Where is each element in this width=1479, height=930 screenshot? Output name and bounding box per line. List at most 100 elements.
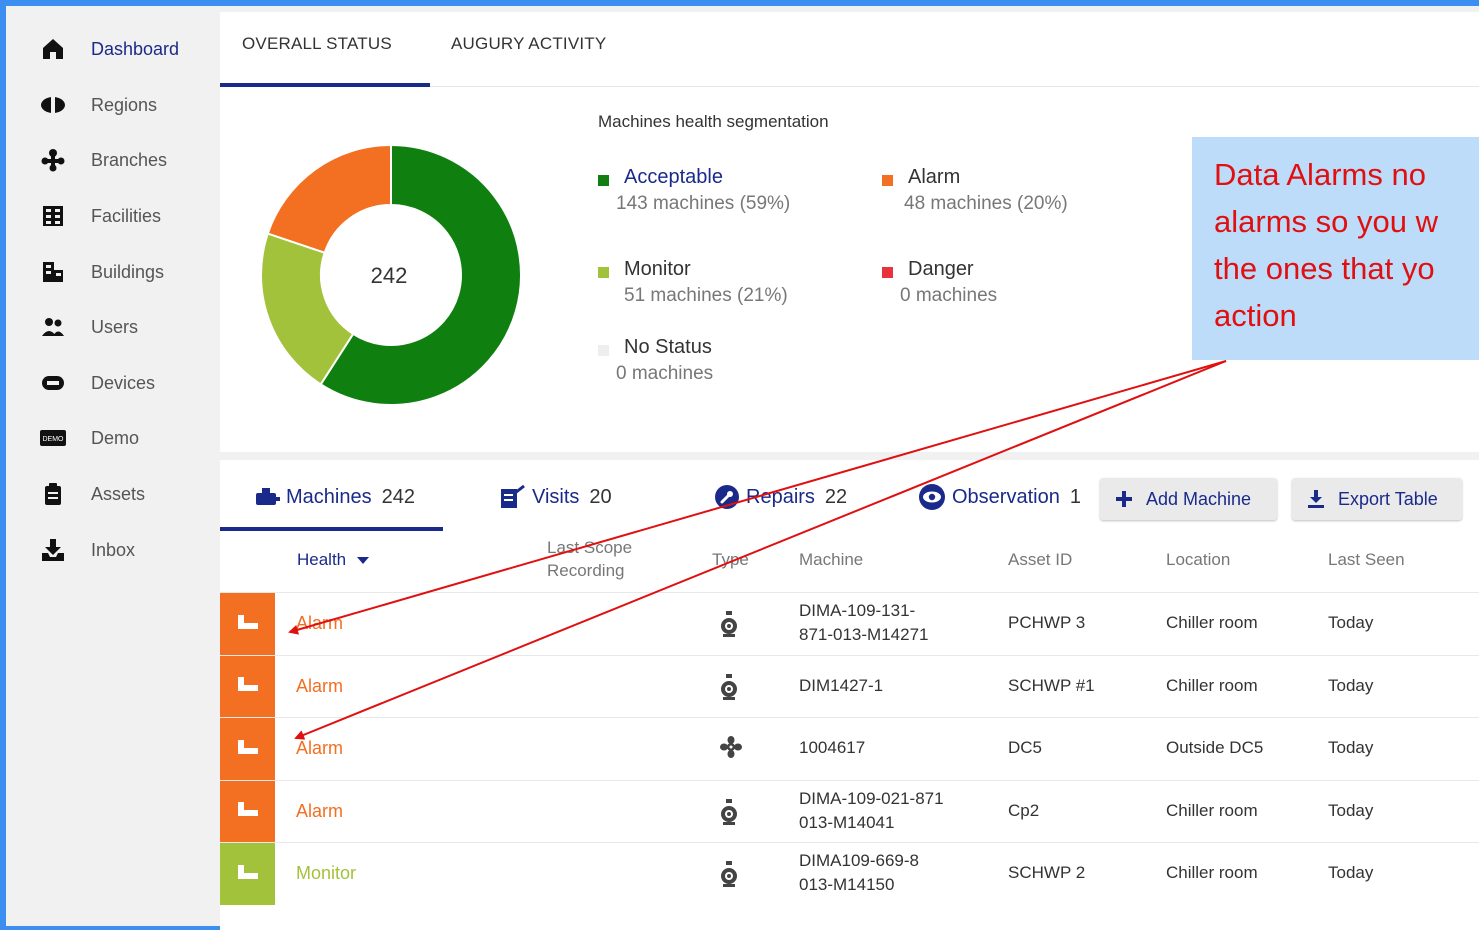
location: Chiller room — [1166, 863, 1258, 882]
sidebar: Dashboard Regions Branches Facilities Bu… — [6, 6, 210, 926]
header-type[interactable]: Type — [712, 550, 749, 570]
eye-icon — [918, 483, 946, 511]
legend-swatch-acceptable — [598, 175, 609, 186]
tab-visits-count: 20 — [589, 485, 612, 508]
active-tab-indicator — [220, 83, 430, 87]
sidebar-item-demo[interactable]: DEMO Demo — [6, 418, 210, 458]
legend-count: 143 machines (59%) — [616, 193, 791, 214]
legend-swatch-danger — [882, 267, 893, 278]
sidebar-item-users[interactable]: Users — [6, 307, 210, 347]
table-row[interactable]: Alarm DIM1427-1 SCHWP #1 Chiller room Today — [220, 654, 1479, 718]
home-icon — [40, 36, 66, 62]
machine-name[interactable]: DIMA-109-131- 871-013-M14271 — [799, 599, 928, 647]
table-row[interactable]: Alarm DIMA-109-021-871 013-M14041 Cp2 Chille… — [220, 779, 1479, 843]
tab-augury-activity[interactable]: AUGURY ACTIVITY — [451, 34, 606, 54]
legend-count: 48 machines (20%) — [904, 193, 1068, 214]
tab-visits-label: Visits — [532, 485, 580, 508]
header-health-label: Health — [297, 550, 347, 569]
devices-icon — [40, 370, 66, 396]
machine-icon — [254, 486, 280, 508]
tab-visits[interactable]: Visits 20 — [500, 480, 612, 514]
health-donut-chart: 242 — [260, 143, 522, 406]
inbox-icon — [40, 537, 66, 563]
table-row[interactable]: Alarm DIMA-109-131- 871-013-M14271 PCHWP 3 C… — [220, 592, 1479, 655]
machines-panel: Machines 242 Visits 20 Repairs 22 Observ… — [220, 460, 1479, 930]
callout-line: Data Alarms no — [1214, 157, 1426, 192]
table-row[interactable]: Alarm 1004617 DC5 Outside DC5 Today — [220, 717, 1479, 780]
header-last-seen[interactable]: Last Seen — [1328, 550, 1405, 570]
legend-name: Acceptable — [624, 166, 723, 188]
sidebar-item-regions[interactable]: Regions — [6, 85, 210, 125]
sidebar-item-label: Regions — [91, 94, 158, 115]
status-strip — [220, 718, 275, 780]
sidebar-item-buildings[interactable]: Buildings — [6, 252, 210, 292]
legend-count: 51 machines (21%) — [624, 285, 788, 306]
sidebar-item-inbox[interactable]: Inbox — [6, 530, 210, 570]
sidebar-item-label: Inbox — [91, 539, 136, 560]
sidebar-item-facilities[interactable]: Facilities — [6, 196, 210, 236]
add-machine-label: Add Machine — [1146, 488, 1252, 509]
callout-line: alarms so you w — [1214, 204, 1438, 239]
machine-status-icon — [235, 673, 261, 700]
location: Chiller room — [1166, 613, 1258, 632]
table-row[interactable]: Monitor DIMA109-669-8 013-M14150 SCHWP 2 Chi… — [220, 842, 1479, 905]
machine-name[interactable]: DIMA-109-021-871 013-M14041 — [799, 787, 944, 835]
legend-name: Danger — [908, 258, 974, 280]
sidebar-item-label: Assets — [91, 483, 146, 504]
health-status: Alarm — [296, 738, 344, 758]
sidebar-item-assets[interactable]: Assets — [6, 474, 210, 514]
last-seen: Today — [1328, 800, 1374, 820]
tab-repairs[interactable]: Repairs 22 — [714, 480, 847, 514]
sidebar-item-label: Facilities — [91, 205, 162, 226]
sidebar-item-dashboard[interactable]: Dashboard — [6, 29, 210, 69]
machine-name[interactable]: DIMA109-669-8 013-M14150 — [799, 849, 919, 897]
asset-id: PCHWP 3 — [1008, 613, 1086, 632]
legend-swatch-monitor — [598, 267, 609, 278]
pump-icon — [720, 861, 738, 892]
fan-icon — [720, 736, 742, 763]
header-last-scope-recording[interactable]: Last Scope Recording — [547, 536, 667, 582]
facilities-icon — [40, 203, 66, 229]
legend-swatch-no-status — [598, 345, 609, 356]
regions-icon — [40, 92, 66, 118]
asset-id: Cp2 — [1008, 800, 1040, 820]
health-status: Alarm — [296, 800, 344, 821]
legend-swatch-alarm — [882, 175, 893, 186]
header-health[interactable]: Health — [297, 550, 369, 570]
asset-id: DC5 — [1008, 738, 1043, 757]
annotation-callout: Data Alarms no alarms so you w the ones … — [1192, 137, 1479, 360]
export-table-label: Export Table — [1338, 488, 1438, 509]
pump-icon — [720, 798, 738, 830]
machine-name[interactable]: DIM1427-1 — [799, 674, 883, 698]
sidebar-item-label: Branches — [91, 149, 168, 170]
header-asset-id[interactable]: Asset ID — [1008, 550, 1072, 570]
donut-total: 242 — [371, 263, 408, 288]
tab-machines[interactable]: Machines 242 — [254, 480, 415, 514]
assets-icon — [40, 481, 66, 507]
last-seen: Today — [1328, 863, 1374, 882]
machine-status-icon — [235, 736, 261, 763]
machine-status-icon — [235, 611, 261, 638]
tab-observation[interactable]: Observation 1 — [918, 480, 1081, 514]
plus-icon — [1116, 491, 1132, 507]
donut-segment-alarm[interactable] — [266, 143, 392, 254]
health-status: Alarm — [296, 675, 344, 696]
legend-name: Monitor — [624, 258, 691, 280]
sidebar-item-branches[interactable]: Branches — [6, 140, 210, 180]
last-seen: Today — [1328, 675, 1374, 695]
export-table-button[interactable]: Export Table — [1292, 478, 1462, 520]
callout-line: the ones that yo — [1214, 251, 1435, 286]
header-machine[interactable]: Machine — [799, 550, 863, 570]
sidebar-item-label: Demo — [91, 427, 140, 448]
tab-overall-status[interactable]: OVERALL STATUS — [242, 34, 392, 54]
header-location[interactable]: Location — [1166, 550, 1230, 570]
add-machine-button[interactable]: Add Machine — [1100, 478, 1277, 520]
active-tab-indicator — [220, 527, 443, 531]
machine-status-icon — [235, 798, 261, 825]
machine-name[interactable]: 1004617 — [799, 736, 865, 760]
legend-name: Alarm — [908, 166, 961, 188]
legend-count: 0 machines — [900, 285, 998, 306]
demo-icon: DEMO — [40, 425, 66, 451]
segmentation-title: Machines health segmentation — [598, 112, 829, 131]
sidebar-item-devices[interactable]: Devices — [6, 363, 210, 403]
